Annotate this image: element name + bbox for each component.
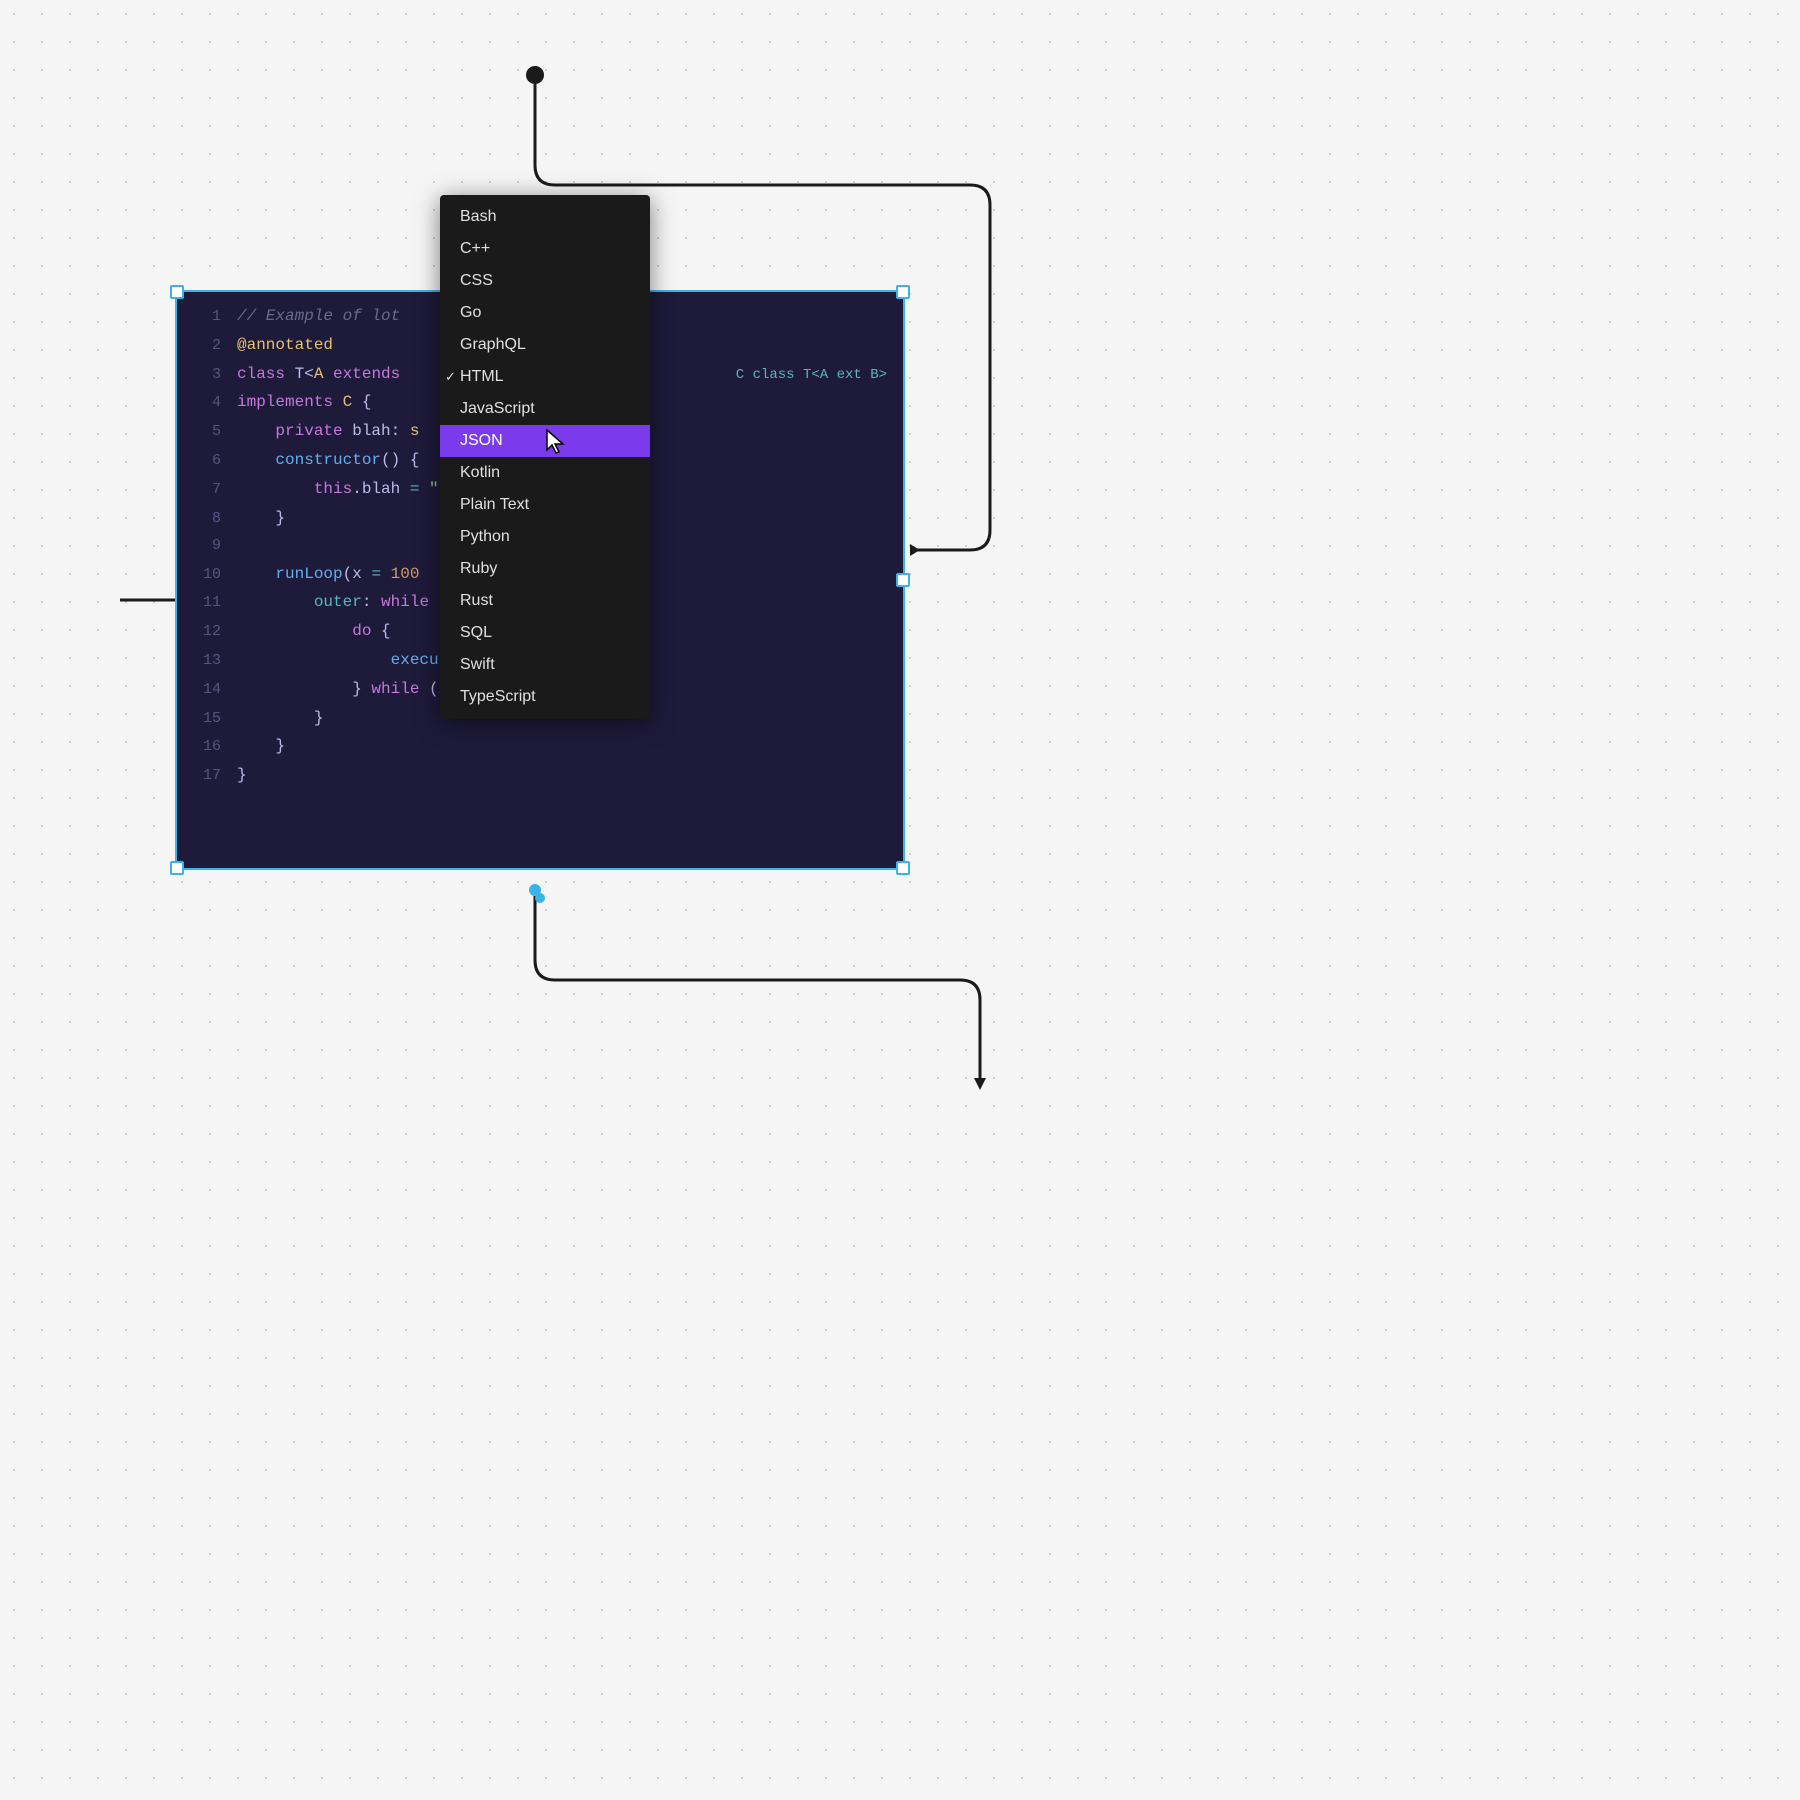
code-line-17: 17 }	[177, 761, 903, 790]
dropdown-item-kotlin[interactable]: Kotlin	[440, 457, 650, 489]
dropdown-item-python[interactable]: Python	[440, 521, 650, 553]
dropdown-item-bash[interactable]: Bash	[440, 201, 650, 233]
dropdown-item-graphql[interactable]: GraphQL	[440, 329, 650, 361]
dropdown-label-swift: Swift	[460, 656, 495, 674]
dropdown-label-rust: Rust	[460, 592, 493, 610]
dropdown-item-ruby[interactable]: Ruby	[440, 553, 650, 585]
dropdown-item-cpp[interactable]: C++	[440, 233, 650, 265]
code-line-16: 16 }	[177, 732, 903, 761]
resize-handle-br[interactable]	[896, 861, 910, 875]
dropdown-item-javascript[interactable]: JavaScript	[440, 393, 650, 425]
dropdown-item-swift[interactable]: Swift	[440, 649, 650, 681]
resize-handle-tr[interactable]	[896, 285, 910, 299]
dropdown-label-sql: SQL	[460, 624, 492, 642]
dropdown-label-html: HTML	[460, 368, 504, 386]
language-dropdown: Bash C++ CSS Go GraphQL ✓ HTML JavaScrip…	[440, 195, 650, 719]
dropdown-label-javascript: JavaScript	[460, 400, 535, 418]
dropdown-item-typescript[interactable]: TypeScript	[440, 681, 650, 713]
dropdown-label-kotlin: Kotlin	[460, 464, 500, 482]
dropdown-item-css[interactable]: CSS	[440, 265, 650, 297]
dropdown-item-json[interactable]: JSON	[440, 425, 650, 457]
dropdown-label-cpp: C++	[460, 240, 490, 258]
dropdown-label-graphql: GraphQL	[460, 336, 526, 354]
bottom-dot-handle[interactable]	[535, 893, 545, 903]
dropdown-label-bash: Bash	[460, 208, 496, 226]
resize-handle-bl[interactable]	[170, 861, 184, 875]
dropdown-item-go[interactable]: Go	[440, 297, 650, 329]
dropdown-label-python: Python	[460, 528, 510, 546]
dropdown-item-rust[interactable]: Rust	[440, 585, 650, 617]
resize-handle-tl[interactable]	[170, 285, 184, 299]
check-icon-html: ✓	[445, 369, 456, 385]
dropdown-label-json: JSON	[460, 432, 503, 450]
resize-handle-mr[interactable]	[896, 573, 910, 587]
dropdown-label-go: Go	[460, 304, 481, 322]
dropdown-label-typescript: TypeScript	[460, 688, 536, 706]
dropdown-item-plaintext[interactable]: Plain Text	[440, 489, 650, 521]
dropdown-label-ruby: Ruby	[460, 560, 497, 578]
dropdown-label-css: CSS	[460, 272, 493, 290]
dropdown-item-sql[interactable]: SQL	[440, 617, 650, 649]
dropdown-item-html[interactable]: ✓ HTML	[440, 361, 650, 393]
dropdown-label-plaintext: Plain Text	[460, 496, 529, 514]
